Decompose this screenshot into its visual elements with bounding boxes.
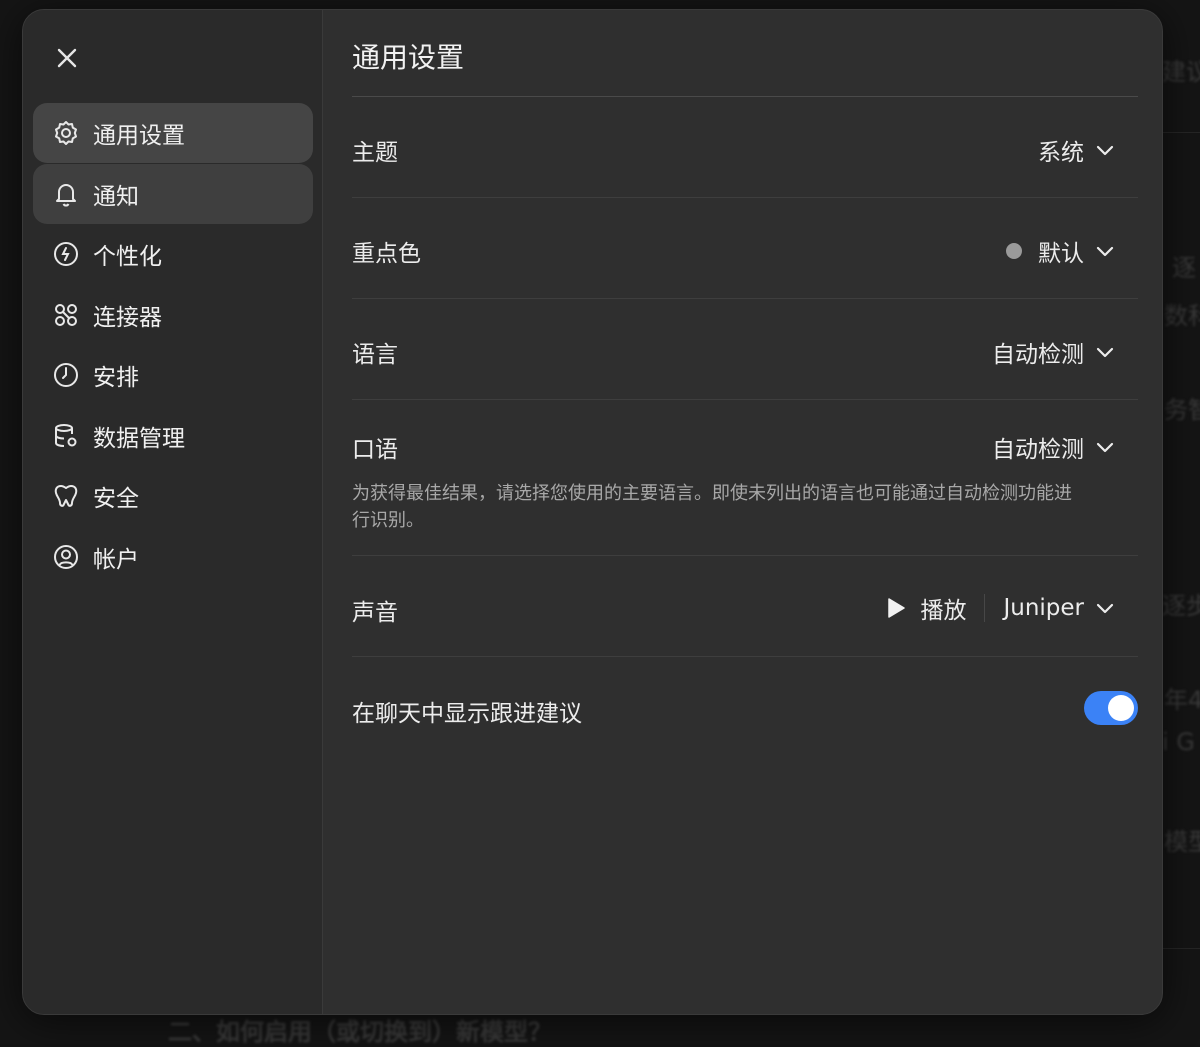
settings-nav: 通用设置 通知 个性化 (33, 103, 313, 587)
chevron-down-icon (1094, 341, 1116, 363)
bell-icon (51, 179, 81, 209)
background-heading: 二、如何启用（或切换到）新模型？ (168, 1012, 552, 1047)
setting-row-theme: 主题 系统 (352, 97, 1138, 198)
close-icon (56, 47, 78, 69)
sidebar-item-label: 通知 (93, 177, 139, 211)
sidebar-item-account[interactable]: 帐户 (33, 527, 313, 587)
language-select[interactable]: 自动检测 (992, 335, 1116, 369)
theme-value: 系统 (1038, 133, 1084, 167)
background-text: i G (1162, 728, 1195, 756)
voice-value: Juniper (1003, 595, 1084, 621)
connectors-icon (51, 300, 81, 330)
background-text: 建议 (1162, 52, 1200, 87)
sidebar-item-general[interactable]: 通用设置 (33, 103, 313, 163)
sidebar-item-schedule[interactable]: 安排 (33, 345, 313, 405)
sidebar-item-connectors[interactable]: 连接器 (33, 285, 313, 345)
database-gear-icon (51, 421, 81, 451)
spoken-language-description: 为获得最佳结果，请选择您使用的主要语言。即使未列出的语言也可能通过自动检测功能进… (352, 480, 1072, 534)
sidebar-item-personalization[interactable]: 个性化 (33, 224, 313, 284)
sidebar-item-security[interactable]: 安全 (33, 466, 313, 526)
sidebar-item-label: 连接器 (93, 298, 162, 332)
spoken-language-select[interactable]: 自动检测 (992, 430, 1116, 464)
accent-color-swatch (1006, 243, 1022, 259)
setting-label: 在聊天中显示跟进建议 (352, 694, 582, 728)
shield-icon (51, 481, 81, 511)
setting-label: 语言 (352, 335, 398, 369)
user-circle-icon (51, 542, 81, 572)
setting-row-follow-up: 在聊天中显示跟进建议 (352, 657, 1138, 758)
settings-panel: 通用设置 主题 系统 重点色 默认 语言 自动 (352, 10, 1138, 1014)
sidebar-item-notifications[interactable]: 通知 (33, 164, 313, 224)
clock-icon (51, 360, 81, 390)
voice-select[interactable]: Juniper (1003, 595, 1116, 621)
setting-label: 重点色 (352, 234, 421, 268)
personalization-icon (51, 239, 81, 269)
background-text: 逐 (1172, 248, 1196, 283)
spoken-language-value: 自动检测 (992, 430, 1084, 464)
chevron-down-icon (1094, 436, 1116, 458)
setting-row-language: 语言 自动检测 (352, 299, 1138, 400)
play-voice-button[interactable]: 播放 (886, 591, 966, 625)
language-value: 自动检测 (992, 335, 1084, 369)
background-text: 务智 (1164, 390, 1200, 425)
setting-label: 主题 (352, 133, 398, 167)
background-text: 数科 (1164, 296, 1200, 331)
follow-up-toggle[interactable] (1084, 691, 1138, 725)
close-button[interactable] (49, 40, 85, 76)
play-label: 播放 (920, 591, 966, 625)
settings-sidebar: 通用设置 通知 个性化 (23, 10, 323, 1014)
chevron-down-icon (1094, 240, 1116, 262)
background-text: 模型 (1164, 822, 1200, 857)
accent-select[interactable]: 默认 (1006, 234, 1116, 268)
setting-row-voice: 声音 播放 Juniper (352, 556, 1138, 657)
page-title: 通用设置 (352, 36, 464, 76)
background-text: 逐步 (1162, 586, 1200, 621)
voice-controls: 播放 Juniper (886, 591, 1116, 625)
gear-icon (51, 118, 81, 148)
accent-value: 默认 (1038, 234, 1084, 268)
background-text: 年4 (1164, 680, 1200, 715)
sidebar-item-label: 通用设置 (93, 116, 185, 150)
play-icon (886, 597, 906, 619)
theme-select[interactable]: 系统 (1038, 133, 1116, 167)
sidebar-item-label: 安全 (93, 479, 139, 513)
chevron-down-icon (1094, 597, 1116, 619)
settings-dialog: 通用设置 通知 个性化 (22, 9, 1163, 1015)
sidebar-item-label: 数据管理 (93, 419, 185, 453)
sidebar-item-label: 个性化 (93, 237, 162, 271)
divider (984, 594, 985, 622)
toggle-knob (1108, 695, 1134, 721)
sidebar-item-data-controls[interactable]: 数据管理 (33, 406, 313, 466)
chevron-down-icon (1094, 139, 1116, 161)
sidebar-item-label: 帐户 (93, 540, 139, 574)
setting-row-accent: 重点色 默认 (352, 198, 1138, 299)
sidebar-item-label: 安排 (93, 358, 139, 392)
setting-label: 声音 (352, 593, 398, 627)
setting-label: 口语 (352, 430, 398, 464)
